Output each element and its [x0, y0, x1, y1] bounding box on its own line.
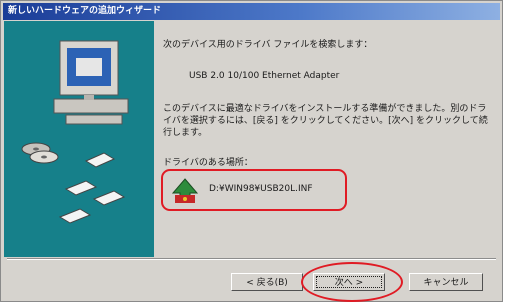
back-button[interactable]: < 戻る(B) — [231, 273, 303, 291]
device-name: USB 2.0 10/100 Ethernet Adapter — [189, 71, 340, 81]
title-bar: 新しいハードウェアの追加ウィザード — [3, 3, 500, 20]
driver-path-highlight: D:¥WIN98¥USB20L.INF — [161, 169, 347, 211]
hardware-wizard-icon — [171, 177, 199, 208]
button-divider — [7, 258, 496, 260]
cd-disc-icon — [21, 142, 59, 164]
floppy-disk-icon — [58, 152, 126, 224]
cancel-button[interactable]: キャンセル — [409, 273, 483, 291]
wizard-illustration — [4, 21, 154, 257]
driver-location-label: ドライバのある場所： — [163, 158, 253, 168]
search-heading: 次のデバイス用のドライバ ファイルを検索します： — [163, 40, 373, 50]
driver-path: D:¥WIN98¥USB20L.INF — [209, 184, 313, 194]
wizard-window: 新しいハードウェアの追加ウィザード 次のデバイス用のドライバ ファイルを検索しま… — [0, 0, 503, 302]
next-button-highlight — [301, 262, 403, 302]
instruction-text: このデバイスに最適なドライバをインストールする準備ができました。別のドライバを選… — [163, 104, 488, 138]
computer-icon — [53, 40, 129, 125]
